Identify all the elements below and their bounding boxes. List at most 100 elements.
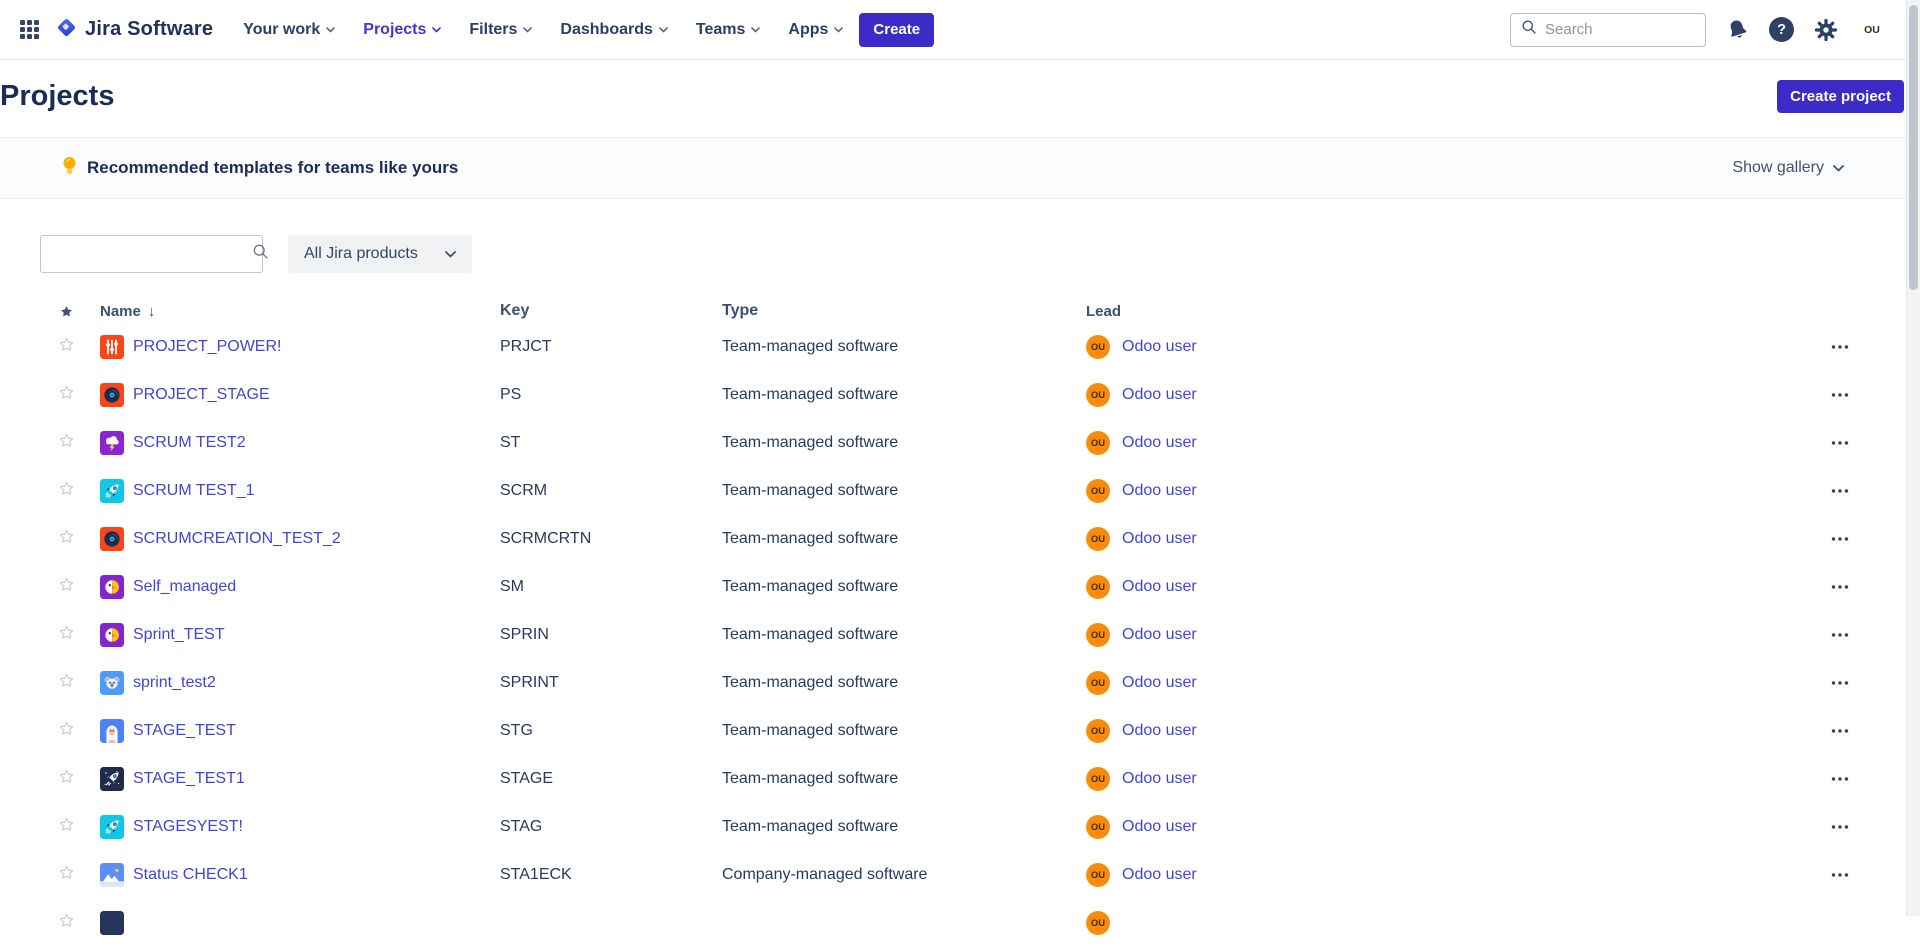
lead-avatar: OU bbox=[1086, 719, 1110, 743]
project-name-link[interactable]: PROJECT_POWER! bbox=[133, 338, 281, 356]
product-filter-select[interactable]: All Jira products bbox=[288, 235, 472, 273]
more-actions-icon[interactable] bbox=[1826, 820, 1854, 834]
global-search-input[interactable] bbox=[1545, 21, 1695, 38]
more-actions-icon[interactable] bbox=[1826, 484, 1854, 498]
vertical-scrollbar[interactable] bbox=[1906, 0, 1920, 916]
more-actions-icon[interactable] bbox=[1826, 580, 1854, 594]
project-row-status-check1[interactable]: Status CHECK1STA1ECKCompany-managed soft… bbox=[40, 851, 1860, 899]
star-icon[interactable] bbox=[58, 336, 75, 358]
lead-link[interactable]: Odoo user bbox=[1122, 434, 1197, 452]
project-row-self-managed[interactable]: Self_managedSMTeam-managed softwareOUOdo… bbox=[40, 563, 1860, 611]
star-icon[interactable] bbox=[58, 672, 75, 694]
more-actions-icon[interactable] bbox=[1826, 772, 1854, 786]
star-icon[interactable] bbox=[58, 528, 75, 550]
app-switcher-icon[interactable] bbox=[20, 20, 39, 39]
global-search[interactable] bbox=[1510, 13, 1706, 47]
project-row-stage-test1[interactable]: STAGE_TEST1STAGETeam-managed softwareOUO… bbox=[40, 755, 1860, 803]
show-gallery-button[interactable]: Show gallery bbox=[1732, 159, 1844, 177]
project-name-link[interactable]: PROJECT_STAGE bbox=[133, 386, 270, 404]
lead-avatar: OU bbox=[1086, 431, 1110, 455]
star-icon[interactable] bbox=[58, 816, 75, 838]
project-row-project-power[interactable]: PROJECT_POWER!PRJCTTeam-managed software… bbox=[40, 323, 1860, 371]
project-row-scrum-test-1[interactable]: SCRUM TEST_1SCRMTeam-managed softwareOUO… bbox=[40, 467, 1860, 515]
scrollbar-thumb[interactable] bbox=[1909, 5, 1918, 290]
star-icon[interactable] bbox=[58, 384, 75, 406]
project-row-project-stage[interactable]: PROJECT_STAGEPSTeam-managed softwareOUOd… bbox=[40, 371, 1860, 419]
column-header-type[interactable]: Type bbox=[722, 302, 1086, 320]
more-actions-icon[interactable] bbox=[1826, 628, 1854, 642]
project-icon-vinyl-disc bbox=[100, 383, 124, 407]
star-icon[interactable] bbox=[58, 576, 75, 598]
nav-item-dashboards[interactable]: Dashboards bbox=[560, 21, 667, 39]
nav-item-projects[interactable]: Projects bbox=[363, 21, 441, 39]
more-actions-icon[interactable] bbox=[1826, 676, 1854, 690]
project-name-link[interactable]: SCRUM TEST2 bbox=[133, 434, 246, 452]
lead-link[interactable]: Odoo user bbox=[1122, 770, 1197, 788]
more-actions-icon[interactable] bbox=[1826, 340, 1854, 354]
project-row-stage-test[interactable]: STAGE_TESTSTGTeam-managed softwareOUOdoo… bbox=[40, 707, 1860, 755]
project-name-link[interactable]: STAGESYEST! bbox=[133, 818, 243, 836]
project-row-sprint-test2[interactable]: sprint_test2SPRINTTeam-managed softwareO… bbox=[40, 659, 1860, 707]
create-project-button[interactable]: Create project bbox=[1777, 80, 1904, 113]
more-actions-icon[interactable] bbox=[1826, 532, 1854, 546]
project-filters: All Jira products bbox=[40, 235, 1880, 273]
project-name-link[interactable]: sprint_test2 bbox=[133, 674, 216, 692]
nav-item-apps[interactable]: Apps bbox=[788, 21, 843, 39]
project-name-link[interactable]: SCRUM TEST_1 bbox=[133, 482, 255, 500]
more-actions-icon[interactable] bbox=[1826, 436, 1854, 450]
lead-link[interactable]: Odoo user bbox=[1122, 482, 1197, 500]
notifications-bell-icon[interactable] bbox=[1722, 14, 1754, 46]
lead-link[interactable]: Odoo user bbox=[1122, 578, 1197, 596]
star-icon[interactable] bbox=[58, 624, 75, 646]
star-icon[interactable] bbox=[58, 864, 75, 886]
more-actions-icon[interactable] bbox=[1826, 388, 1854, 402]
star-column-header[interactable] bbox=[40, 304, 84, 319]
lead-link[interactable]: Odoo user bbox=[1122, 818, 1197, 836]
project-name-link[interactable]: SCRUMCREATION_TEST_2 bbox=[133, 530, 341, 548]
nav-item-teams[interactable]: Teams bbox=[696, 21, 761, 39]
star-icon[interactable] bbox=[58, 768, 75, 790]
lead-link[interactable]: Odoo user bbox=[1122, 338, 1197, 356]
project-row-sprint-test[interactable]: Sprint_TESTSPRINTeam-managed softwareOUO… bbox=[40, 611, 1860, 659]
star-icon[interactable] bbox=[58, 432, 75, 454]
lead-link[interactable]: Odoo user bbox=[1122, 530, 1197, 548]
project-name-link[interactable]: Self_managed bbox=[133, 578, 236, 596]
project-name-link[interactable]: Sprint_TEST bbox=[133, 626, 225, 644]
column-header-lead[interactable]: Lead bbox=[1086, 303, 1800, 320]
lead-link[interactable]: Odoo user bbox=[1122, 866, 1197, 884]
more-actions-icon[interactable] bbox=[1826, 868, 1854, 882]
project-search-input[interactable] bbox=[53, 246, 252, 263]
project-icon-rocket bbox=[100, 815, 124, 839]
lead-link[interactable]: Odoo user bbox=[1122, 674, 1197, 692]
column-header-key[interactable]: Key bbox=[500, 302, 722, 320]
star-icon[interactable] bbox=[58, 720, 75, 742]
help-icon[interactable]: ? bbox=[1769, 17, 1794, 42]
star-icon[interactable] bbox=[58, 480, 75, 502]
lead-link[interactable]: Odoo user bbox=[1122, 386, 1197, 404]
project-row-scrum-test2[interactable]: SCRUM TEST2STTeam-managed softwareOUOdoo… bbox=[40, 419, 1860, 467]
settings-gear-icon[interactable] bbox=[1813, 17, 1839, 43]
project-row-scrumcreation-test-2[interactable]: SCRUMCREATION_TEST_2SCRMCRTNTeam-managed… bbox=[40, 515, 1860, 563]
project-name-link[interactable]: STAGE_TEST1 bbox=[133, 770, 245, 788]
partial-project-row[interactable]: OU bbox=[40, 899, 1860, 947]
project-type: Team-managed software bbox=[722, 722, 1086, 740]
star-icon[interactable] bbox=[58, 912, 75, 934]
nav-item-your-work[interactable]: Your work bbox=[243, 21, 335, 39]
create-button[interactable]: Create bbox=[859, 13, 934, 47]
project-name-link[interactable]: STAGE_TEST bbox=[133, 722, 236, 740]
project-name-link[interactable]: Status CHECK1 bbox=[133, 866, 248, 884]
jira-logo[interactable]: Jira Software bbox=[55, 16, 213, 44]
more-actions-icon[interactable] bbox=[1826, 724, 1854, 738]
project-key: ST bbox=[500, 434, 722, 452]
lead-link[interactable]: Odoo user bbox=[1122, 626, 1197, 644]
project-key: PS bbox=[500, 386, 722, 404]
column-header-name[interactable]: Name ↓ bbox=[84, 303, 500, 320]
lead-link[interactable]: Odoo user bbox=[1122, 722, 1197, 740]
project-search-box[interactable] bbox=[40, 235, 263, 273]
chevron-down-icon bbox=[326, 27, 335, 33]
user-avatar[interactable]: OU bbox=[1858, 16, 1886, 44]
search-icon bbox=[1521, 19, 1537, 40]
project-row-stagesyest[interactable]: STAGESYEST!STAGTeam-managed softwareOUOd… bbox=[40, 803, 1860, 851]
lead-avatar: OU bbox=[1086, 863, 1110, 887]
nav-item-filters[interactable]: Filters bbox=[469, 21, 532, 39]
